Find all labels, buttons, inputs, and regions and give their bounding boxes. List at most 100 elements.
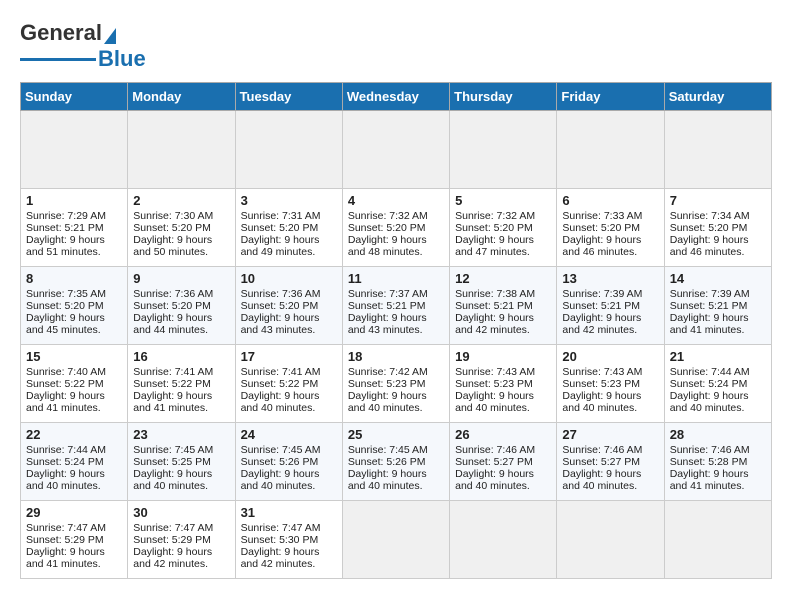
day-number: 1: [26, 193, 122, 208]
day-number: 10: [241, 271, 337, 286]
day-number: 16: [133, 349, 229, 364]
calendar-cell: 10 Sunrise: 7:36 AMSunset: 5:20 PMDayligh…: [235, 267, 342, 345]
calendar-cell: 19Sunrise: 7:43 AMSunset: 5:23 PMDayligh…: [450, 345, 557, 423]
day-info: Sunrise: 7:36 AMSunset: 5:20 PMDaylight:…: [241, 288, 321, 336]
calendar-cell: 15 Sunrise: 7:40 AMSunset: 5:22 PMDayligh…: [21, 345, 128, 423]
day-info: Sunrise: 7:32 AMSunset: 5:20 PMDaylight:…: [348, 210, 428, 258]
calendar-cell: [557, 111, 664, 189]
day-info: Sunrise: 7:47 AMSunset: 5:29 PMDaylight:…: [133, 522, 213, 570]
day-number: 14: [670, 271, 766, 286]
day-info: Sunrise: 7:32 AMSunset: 5:20 PMDaylight:…: [455, 210, 535, 258]
day-info: Sunrise: 7:39 AMSunset: 5:21 PMDaylight:…: [562, 288, 642, 336]
logo-general: General: [20, 20, 102, 46]
day-info: Sunrise: 7:42 AMSunset: 5:23 PMDaylight:…: [348, 366, 428, 414]
calendar-cell: 23 Sunrise: 7:45 AMSunset: 5:25 PMDayligh…: [128, 423, 235, 501]
day-info: Sunrise: 7:45 AMSunset: 5:26 PMDaylight:…: [241, 444, 321, 492]
calendar-cell: [450, 501, 557, 579]
day-number: 21: [670, 349, 766, 364]
calendar-cell: 29 Sunrise: 7:47 AMSunset: 5:29 PMDayligh…: [21, 501, 128, 579]
logo: General Blue: [20, 20, 146, 72]
day-number: 20: [562, 349, 658, 364]
calendar-cell: 5 Sunrise: 7:32 AMSunset: 5:20 PMDaylight…: [450, 189, 557, 267]
calendar-cell: 18 Sunrise: 7:42 AMSunset: 5:23 PMDayligh…: [342, 345, 449, 423]
day-info: Sunrise: 7:44 AMSunset: 5:24 PMDaylight:…: [670, 366, 750, 414]
header-tuesday: Tuesday: [235, 83, 342, 111]
calendar-cell: 7Sunrise: 7:34 AMSunset: 5:20 PMDaylight…: [664, 189, 771, 267]
header-monday: Monday: [128, 83, 235, 111]
header-thursday: Thursday: [450, 83, 557, 111]
calendar-cell: 27Sunrise: 7:46 AMSunset: 5:27 PMDayligh…: [557, 423, 664, 501]
day-number: 9: [133, 271, 229, 286]
day-number: 4: [348, 193, 444, 208]
calendar-cell: 4 Sunrise: 7:32 AMSunset: 5:20 PMDaylight…: [342, 189, 449, 267]
calendar-cell: 13 Sunrise: 7:39 AMSunset: 5:21 PMDayligh…: [557, 267, 664, 345]
day-number: 19: [455, 349, 551, 364]
day-number: 28: [670, 427, 766, 442]
day-number: 5: [455, 193, 551, 208]
calendar-week-row: 1 Sunrise: 7:29 AMSunset: 5:21 PMDaylight…: [21, 189, 772, 267]
day-info: Sunrise: 7:47 AMSunset: 5:29 PMDaylight:…: [26, 522, 106, 570]
calendar-cell: [342, 501, 449, 579]
day-number: 18: [348, 349, 444, 364]
calendar-cell: 11 Sunrise: 7:37 AMSunset: 5:21 PMDayligh…: [342, 267, 449, 345]
day-info: Sunrise: 7:37 AMSunset: 5:21 PMDaylight:…: [348, 288, 428, 336]
calendar-week-row: 15 Sunrise: 7:40 AMSunset: 5:22 PMDayligh…: [21, 345, 772, 423]
day-number: 24: [241, 427, 337, 442]
day-info: Sunrise: 7:45 AMSunset: 5:25 PMDaylight:…: [133, 444, 213, 492]
day-number: 13: [562, 271, 658, 286]
day-info: Sunrise: 7:36 AMSunset: 5:20 PMDaylight:…: [133, 288, 213, 336]
day-info: Sunrise: 7:46 AMSunset: 5:28 PMDaylight:…: [670, 444, 750, 492]
calendar-cell: [342, 111, 449, 189]
calendar-cell: 30Sunrise: 7:47 AMSunset: 5:29 PMDayligh…: [128, 501, 235, 579]
page-container: General Blue SundayMondayTuesdayWednesda…: [20, 20, 772, 579]
day-number: 3: [241, 193, 337, 208]
day-number: 26: [455, 427, 551, 442]
day-number: 25: [348, 427, 444, 442]
day-info: Sunrise: 7:43 AMSunset: 5:23 PMDaylight:…: [562, 366, 642, 414]
calendar-cell: 8 Sunrise: 7:35 AMSunset: 5:20 PMDaylight…: [21, 267, 128, 345]
day-info: Sunrise: 7:35 AMSunset: 5:20 PMDaylight:…: [26, 288, 106, 336]
header-sunday: Sunday: [21, 83, 128, 111]
calendar-cell: 16 Sunrise: 7:41 AMSunset: 5:22 PMDayligh…: [128, 345, 235, 423]
calendar-cell: 31Sunrise: 7:47 AMSunset: 5:30 PMDayligh…: [235, 501, 342, 579]
header-saturday: Saturday: [664, 83, 771, 111]
calendar-cell: 24 Sunrise: 7:45 AMSunset: 5:26 PMDayligh…: [235, 423, 342, 501]
day-info: Sunrise: 7:47 AMSunset: 5:30 PMDaylight:…: [241, 522, 321, 570]
logo-blue: Blue: [98, 46, 146, 72]
day-number: 8: [26, 271, 122, 286]
day-info: Sunrise: 7:40 AMSunset: 5:22 PMDaylight:…: [26, 366, 106, 414]
header-friday: Friday: [557, 83, 664, 111]
day-number: 23: [133, 427, 229, 442]
calendar-cell: 22 Sunrise: 7:44 AMSunset: 5:24 PMDayligh…: [21, 423, 128, 501]
calendar-cell: 21 Sunrise: 7:44 AMSunset: 5:24 PMDayligh…: [664, 345, 771, 423]
calendar-cell: 28 Sunrise: 7:46 AMSunset: 5:28 PMDayligh…: [664, 423, 771, 501]
day-number: 29: [26, 505, 122, 520]
header-wednesday: Wednesday: [342, 83, 449, 111]
day-info: Sunrise: 7:29 AMSunset: 5:21 PMDaylight:…: [26, 210, 106, 258]
calendar-cell: [450, 111, 557, 189]
calendar-cell: [557, 501, 664, 579]
day-number: 12: [455, 271, 551, 286]
day-number: 15: [26, 349, 122, 364]
day-number: 7: [670, 193, 766, 208]
calendar-cell: 20 Sunrise: 7:43 AMSunset: 5:23 PMDayligh…: [557, 345, 664, 423]
calendar-cell: 9 Sunrise: 7:36 AMSunset: 5:20 PMDaylight…: [128, 267, 235, 345]
day-info: Sunrise: 7:44 AMSunset: 5:24 PMDaylight:…: [26, 444, 106, 492]
calendar-cell: 1 Sunrise: 7:29 AMSunset: 5:21 PMDaylight…: [21, 189, 128, 267]
day-info: Sunrise: 7:41 AMSunset: 5:22 PMDaylight:…: [241, 366, 321, 414]
calendar-cell: [664, 111, 771, 189]
calendar-week-row: [21, 111, 772, 189]
calendar-cell: [128, 111, 235, 189]
day-info: Sunrise: 7:31 AMSunset: 5:20 PMDaylight:…: [241, 210, 321, 258]
calendar-cell: 3 Sunrise: 7:31 AMSunset: 5:20 PMDaylight…: [235, 189, 342, 267]
calendar-cell: 26 Sunrise: 7:46 AMSunset: 5:27 PMDayligh…: [450, 423, 557, 501]
calendar-week-row: 8 Sunrise: 7:35 AMSunset: 5:20 PMDaylight…: [21, 267, 772, 345]
day-info: Sunrise: 7:41 AMSunset: 5:22 PMDaylight:…: [133, 366, 213, 414]
day-info: Sunrise: 7:30 AMSunset: 5:20 PMDaylight:…: [133, 210, 213, 258]
day-number: 22: [26, 427, 122, 442]
calendar-week-row: 22 Sunrise: 7:44 AMSunset: 5:24 PMDayligh…: [21, 423, 772, 501]
day-number: 11: [348, 271, 444, 286]
day-info: Sunrise: 7:39 AMSunset: 5:21 PMDaylight:…: [670, 288, 750, 336]
day-info: Sunrise: 7:46 AMSunset: 5:27 PMDaylight:…: [455, 444, 535, 492]
calendar-cell: [235, 111, 342, 189]
